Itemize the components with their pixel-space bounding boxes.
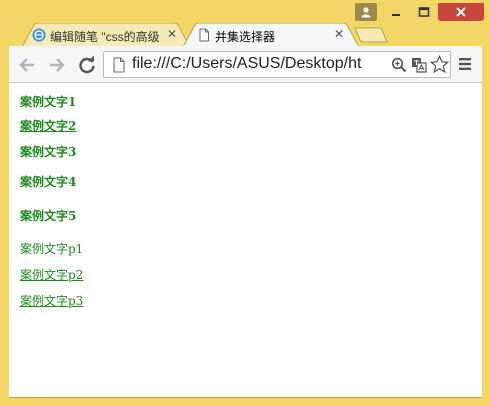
bookmark-star-icon[interactable] (430, 55, 449, 74)
profile-button[interactable] (355, 3, 377, 21)
translate-icon[interactable] (411, 57, 427, 73)
heading-5: 案例文字5 (20, 209, 77, 223)
close-icon (456, 7, 466, 17)
tab-edit-post[interactable]: 编辑随笔 "css的高级 ✕ (22, 23, 190, 47)
maximize-button[interactable] (410, 3, 438, 21)
tab-title: 并集选择器 (215, 30, 276, 44)
forward-arrow-icon[interactable] (46, 55, 66, 75)
blog-favicon-icon (32, 28, 46, 42)
heading-4: 案例文字4 (20, 175, 77, 189)
menu-icon[interactable] (458, 57, 472, 71)
tab-close-icon[interactable]: ✕ (166, 28, 178, 40)
url-text[interactable]: file:///C:/Users/ASUS/Desktop/ht (132, 55, 390, 73)
address-bar[interactable]: file:///C:/Users/ASUS/Desktop/ht (103, 51, 451, 78)
minimize-button[interactable] (382, 3, 410, 21)
paragraph-3: 案例文字p3 (20, 294, 84, 308)
zoom-icon[interactable] (391, 57, 407, 73)
new-tab-button[interactable] (354, 27, 388, 43)
back-arrow-icon[interactable] (18, 55, 38, 75)
tab-close-icon[interactable]: ✕ (333, 28, 345, 40)
paragraph-1: 案例文字p1 (20, 242, 84, 256)
heading-3: 案例文字3 (20, 145, 77, 159)
browser-window: 编辑随笔 "css的高级 ✕ 并集选择器 ✕ file:///C:/Users/… (0, 0, 490, 406)
tab-title: 编辑随笔 "css的高级 (50, 30, 160, 44)
heading-1: 案例文字1 (20, 95, 77, 109)
close-window-button[interactable] (438, 3, 484, 21)
tab-union-selector[interactable]: 并集选择器 ✕ (183, 23, 359, 47)
reload-icon[interactable] (77, 55, 97, 75)
heading-2: 案例文字2 (20, 119, 77, 133)
maximize-icon (418, 7, 430, 17)
user-icon (361, 7, 371, 18)
paragraph-2: 案例文字p2 (20, 268, 84, 282)
page-icon (199, 28, 209, 42)
window-bottom-border (9, 397, 482, 398)
minimize-icon (392, 14, 400, 16)
page-content: 案例文字1 案例文字2 案例文字3 案例文字4 案例文字5 案例文字p1 案例文… (9, 83, 482, 397)
page-icon (113, 57, 125, 73)
toolbar: file:///C:/Users/ASUS/Desktop/ht (9, 46, 482, 83)
